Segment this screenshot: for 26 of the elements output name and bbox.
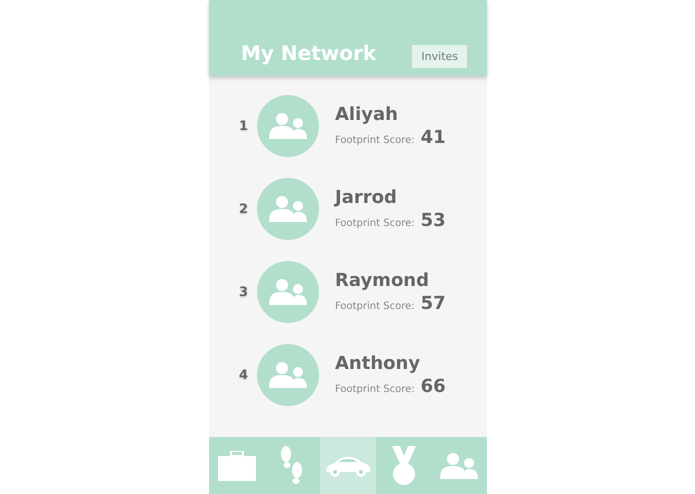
rank-number: 3 (239, 284, 250, 300)
people-icon (439, 452, 480, 478)
avatar-people-icon (267, 113, 309, 139)
score-value: 66 (420, 376, 446, 397)
score-label: Footprint Score: (335, 135, 415, 146)
person-name: Aliyah (335, 104, 399, 125)
person-name: Jarrod (335, 187, 398, 208)
medal-icon (390, 446, 418, 486)
score-value: 53 (420, 210, 446, 231)
score-value: 57 (420, 293, 446, 314)
avatar-people-icon (267, 196, 309, 222)
score-value: 41 (420, 127, 446, 148)
invites-button[interactable]: Invites (412, 45, 467, 68)
rank-number: 2 (239, 202, 250, 216)
person-name: Anthony (335, 353, 422, 374)
rank-number: 4 (239, 368, 250, 382)
score-label: Footprint Score: (335, 218, 415, 229)
score-label: Footprint Score: (335, 301, 415, 312)
score-label: Footprint Score: (335, 384, 415, 395)
briefcase-icon (218, 450, 256, 480)
person-name: Raymond (335, 270, 430, 291)
nav-tab[interactable] (320, 437, 376, 494)
rank-number: 1 (239, 118, 250, 134)
avatar-people-icon (267, 279, 309, 305)
avatar-people-icon (267, 362, 309, 388)
page-title: My Network (241, 41, 376, 65)
